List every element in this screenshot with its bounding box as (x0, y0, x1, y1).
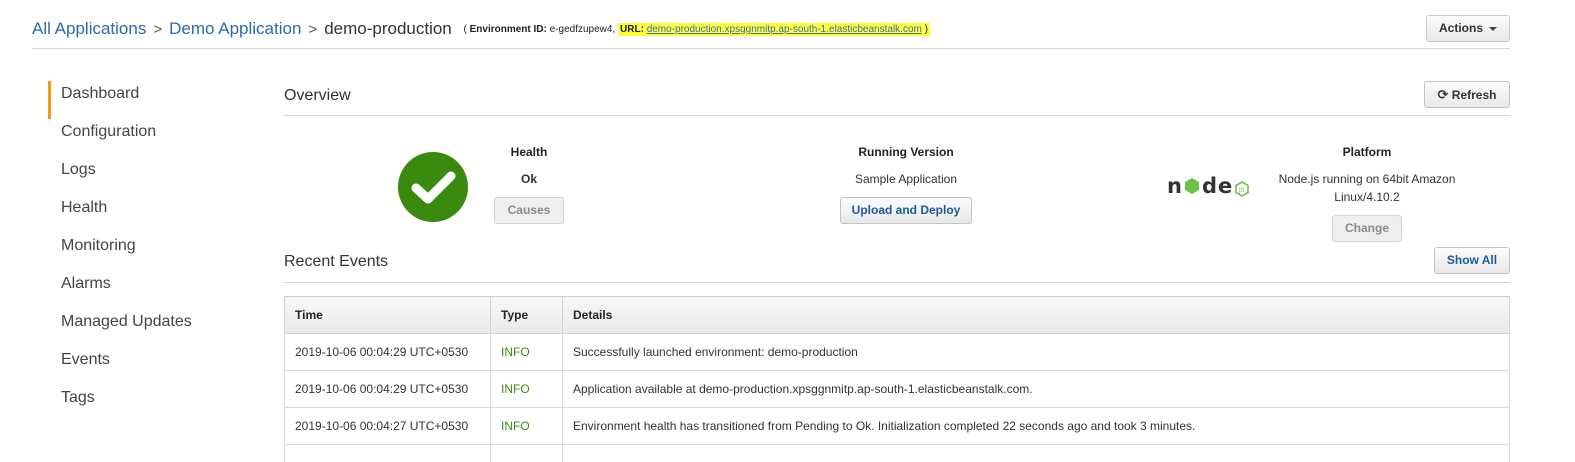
url-highlight: URL: demo-production.xpsggnmitp.ap-south… (618, 23, 930, 36)
overview-divider (284, 115, 1510, 116)
event-type: INFO (490, 333, 563, 371)
sidebar-item-logs[interactable]: Logs (48, 157, 248, 195)
svg-text:e: e (1218, 174, 1232, 198)
svg-text:n: n (1167, 174, 1182, 198)
event-time: 2019-10-06 00:04:29 UTC+0530 (284, 333, 491, 371)
caret-down-icon (1489, 26, 1497, 31)
show-all-button[interactable]: Show All (1434, 247, 1510, 274)
column-header-details[interactable]: Details (562, 296, 1510, 334)
environment-info: ( Environment ID: e-gedfzupew4, URL: dem… (464, 23, 930, 36)
table-row: 2019-10-06 00:04:27 UTC+0530 INFO Enviro… (284, 407, 1510, 445)
events-divider (284, 282, 1510, 283)
actions-label: Actions (1438, 21, 1483, 35)
breadcrumb-current-environment: demo-production (324, 19, 452, 38)
running-version-value: Sample Application (854, 172, 958, 186)
platform-value-line1: Node.js running on 64bit Amazon (1278, 172, 1456, 186)
change-platform-button[interactable]: Change (1332, 215, 1402, 242)
nodejs-logo-icon: n d e JS (1167, 174, 1249, 198)
sidebar-item-alarms[interactable]: Alarms (48, 271, 248, 309)
table-row: 2019-10-06 00:04:29 UTC+0530 INFO Applic… (284, 370, 1510, 408)
sidebar-item-dashboard[interactable]: Dashboard (48, 81, 248, 119)
breadcrumb-all-applications[interactable]: All Applications (32, 19, 146, 38)
event-time: 2019-10-06 00:04:29 UTC+0530 (284, 370, 491, 408)
event-details (562, 444, 1510, 462)
health-heading: Health (510, 145, 548, 159)
page-header: All Applications > Demo Application > demo-p… (32, 15, 1510, 49)
event-details: Successfully launched environment: demo-… (562, 333, 1510, 371)
sidebar-item-managed-updates[interactable]: Managed Updates (48, 309, 248, 347)
causes-button[interactable]: Causes (494, 197, 564, 224)
table-header-row: Time Type Details (284, 296, 1510, 334)
events-table: Time Type Details 2019-10-06 00:04:29 UT… (284, 296, 1510, 462)
health-value: Ok (520, 172, 537, 186)
column-header-type[interactable]: Type (490, 296, 563, 334)
refresh-icon: ⟳ (1437, 87, 1449, 102)
platform-heading: Platform (1342, 145, 1392, 159)
sidebar-item-tags[interactable]: Tags (48, 385, 248, 423)
svg-text:d: d (1202, 174, 1217, 198)
refresh-label: Refresh (1451, 88, 1497, 102)
event-type (490, 444, 563, 462)
event-time: 2019-10-06 00:04:27 UTC+0530 (284, 407, 491, 445)
actions-button[interactable]: Actions (1426, 15, 1510, 42)
health-ok-icon (398, 152, 468, 222)
recent-events-title: Recent Events (284, 253, 389, 270)
overview-title: Overview (284, 87, 351, 104)
refresh-button[interactable]: ⟳ Refresh (1424, 81, 1510, 108)
sidebar-item-configuration[interactable]: Configuration (48, 119, 248, 157)
event-details: Environment health has transitioned from… (562, 407, 1510, 445)
event-type: INFO (490, 370, 563, 408)
url-label: URL: (620, 24, 644, 35)
breadcrumb-separator: > (153, 21, 163, 38)
sidebar-item-monitoring[interactable]: Monitoring (48, 233, 248, 271)
event-type: INFO (490, 407, 563, 445)
environment-id-label: Environment ID: (469, 24, 547, 35)
breadcrumb-demo-application[interactable]: Demo Application (169, 19, 301, 38)
platform-value: Node.js running on 64bit Amazon Linux/4.… (1262, 170, 1472, 206)
svg-text:JS: JS (1238, 187, 1245, 194)
sidebar-item-health[interactable]: Health (48, 195, 248, 233)
environment-url-link[interactable]: demo-production.xpsggnmitp.ap-south-1.el… (647, 24, 922, 35)
table-row: 2019-10-06 00:04:29 UTC+0530 INFO Succes… (284, 333, 1510, 371)
running-version-heading: Running Version (858, 145, 954, 159)
env-close-paren: ) (921, 24, 928, 35)
environment-id-value: e-gedfzupew4, (546, 24, 619, 35)
breadcrumb-separator: > (308, 21, 318, 38)
event-details: Application available at demo-production… (562, 370, 1510, 408)
column-header-time[interactable]: Time (284, 296, 491, 334)
sidebar-nav: Dashboard Configuration Logs Health Moni… (48, 81, 248, 423)
breadcrumb: All Applications > Demo Application > demo-p… (32, 18, 930, 43)
sidebar-item-events[interactable]: Events (48, 347, 248, 385)
table-row-partial (284, 444, 1510, 462)
upload-and-deploy-button[interactable]: Upload and Deploy (840, 197, 972, 224)
platform-value-line2: Linux/4.10.2 (1334, 190, 1400, 204)
event-time (284, 444, 491, 462)
